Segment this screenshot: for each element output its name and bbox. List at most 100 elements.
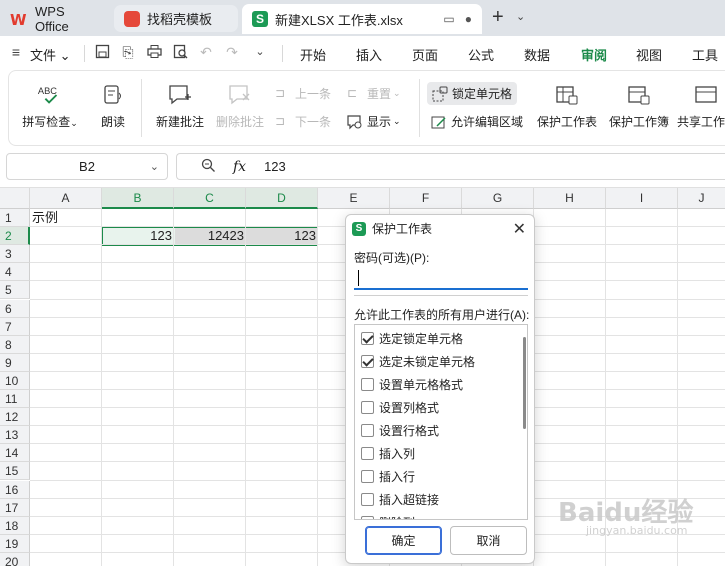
tab-review[interactable]: 审阅 bbox=[581, 45, 608, 72]
tab-view[interactable]: 视图 bbox=[636, 45, 662, 64]
print-icon[interactable] bbox=[146, 44, 162, 60]
close-icon[interactable]: ✕ bbox=[513, 219, 526, 239]
hamburger-menu-icon[interactable]: ≡ bbox=[8, 44, 24, 60]
permissions-list[interactable]: 选定锁定单元格 选定未锁定单元格 设置单元格格式 设置列格式设置行格式插入列插入行插入… bbox=[354, 324, 528, 520]
row-header[interactable]: 5 bbox=[0, 281, 30, 300]
permission-checkbox[interactable] bbox=[361, 446, 374, 460]
row-header[interactable]: 11 bbox=[0, 390, 30, 408]
permission-item[interactable]: 设置单元格格式 bbox=[361, 375, 463, 393]
row-header[interactable]: 2 bbox=[0, 227, 30, 246]
select-all-corner[interactable] bbox=[0, 188, 30, 209]
row-header[interactable]: 4 bbox=[0, 263, 30, 282]
permission-checkbox[interactable] bbox=[361, 354, 374, 368]
permission-item[interactable]: 选定锁定单元格 bbox=[361, 329, 463, 347]
row-header[interactable]: 13 bbox=[0, 426, 30, 445]
permission-item[interactable]: 插入列 bbox=[361, 444, 415, 462]
column-header[interactable]: G bbox=[462, 188, 534, 209]
lock-cell-button[interactable]: 锁定单元格 bbox=[427, 82, 518, 105]
permission-checkbox[interactable] bbox=[361, 400, 374, 414]
row-header[interactable]: 9 bbox=[0, 353, 30, 372]
row-header[interactable]: 3 bbox=[0, 245, 30, 264]
prev-comment-button[interactable]: ⊐ 上一条 bbox=[275, 85, 331, 102]
permission-checkbox[interactable] bbox=[361, 377, 374, 391]
next-comment-button[interactable]: ⊐ 下一条 bbox=[275, 113, 331, 130]
row-header[interactable]: 19 bbox=[0, 534, 30, 553]
zoom-icon[interactable] bbox=[201, 158, 217, 176]
protect-sheet-button[interactable]: 保护工作表 bbox=[535, 83, 599, 130]
ok-button[interactable]: 确定 bbox=[365, 526, 442, 555]
monitor-icon[interactable]: ▭ bbox=[443, 12, 454, 26]
row-header[interactable]: 1 bbox=[0, 209, 30, 227]
cell-d2[interactable]: 123 bbox=[246, 227, 316, 245]
row-header[interactable]: 10 bbox=[0, 371, 30, 390]
column-header[interactable]: A bbox=[30, 188, 102, 209]
spellcheck-button[interactable]: ABC 拼写检查⌄ bbox=[21, 83, 79, 130]
column-header[interactable]: I bbox=[606, 188, 678, 209]
row-header[interactable]: 6 bbox=[0, 299, 30, 318]
file-menu[interactable]: 文件 ⌄ bbox=[30, 45, 71, 64]
column-header[interactable]: C bbox=[174, 188, 246, 209]
undo-icon[interactable]: ↶ bbox=[198, 44, 214, 60]
formula-input[interactable]: fx 123 bbox=[176, 153, 725, 180]
password-input[interactable] bbox=[354, 267, 528, 290]
delete-comment-button[interactable]: 删除批注 bbox=[213, 83, 267, 130]
fx-icon[interactable]: fx bbox=[233, 159, 246, 175]
permission-item[interactable]: 设置列格式 bbox=[361, 398, 439, 416]
export-icon[interactable]: ⎘ bbox=[120, 44, 136, 60]
protect-workbook-button[interactable]: 保护工作簿 bbox=[607, 83, 671, 130]
permission-checkbox[interactable] bbox=[361, 423, 374, 437]
tab-start[interactable]: 开始 bbox=[300, 45, 326, 64]
row-header[interactable]: 8 bbox=[0, 335, 30, 354]
column-header[interactable]: H bbox=[534, 188, 606, 209]
cell-b2[interactable]: 123 bbox=[102, 227, 172, 245]
column-header[interactable]: J bbox=[678, 188, 725, 209]
permission-item[interactable]: 插入超链接 bbox=[361, 490, 439, 508]
new-comment-button[interactable]: 新建批注 bbox=[153, 83, 207, 130]
tab-page[interactable]: 页面 bbox=[412, 45, 438, 64]
permission-item[interactable]: 选定未锁定单元格 bbox=[361, 352, 475, 370]
row-header[interactable]: 14 bbox=[0, 444, 30, 463]
show-button[interactable]: 显示 ⌄ bbox=[347, 113, 401, 130]
cell-a1[interactable]: 示例 bbox=[32, 209, 58, 227]
chevron-down-icon[interactable]: ⌄ bbox=[150, 160, 159, 173]
tab-current-file[interactable]: S 新建XLSX 工作表.xlsx ▭ ● bbox=[242, 4, 482, 34]
permission-checkbox[interactable] bbox=[361, 331, 374, 345]
row-header[interactable]: 16 bbox=[0, 480, 30, 499]
row-header[interactable]: 7 bbox=[0, 317, 30, 336]
save-icon[interactable] bbox=[94, 44, 110, 60]
share-workbook-button[interactable]: 共享工作 bbox=[677, 83, 725, 130]
dot-icon[interactable]: ● bbox=[465, 12, 472, 26]
column-header[interactable]: B bbox=[102, 188, 174, 209]
permission-checkbox[interactable] bbox=[361, 515, 374, 519]
tab-daoke-templates[interactable]: 找稻壳模板 bbox=[114, 5, 238, 32]
tab-formula[interactable]: 公式 bbox=[468, 45, 494, 64]
reset-button[interactable]: ⊏ 重置 ⌄ bbox=[347, 85, 401, 102]
row-header[interactable]: 17 bbox=[0, 498, 30, 517]
row-header[interactable]: 12 bbox=[0, 408, 30, 427]
allow-edit-range-button[interactable]: 允许编辑区域 bbox=[431, 113, 523, 130]
scrollbar[interactable] bbox=[523, 337, 526, 429]
permission-item[interactable]: 设置行格式 bbox=[361, 421, 439, 439]
read-aloud-button[interactable]: 朗读 bbox=[95, 83, 131, 130]
permission-item[interactable]: 删除列 bbox=[361, 513, 415, 519]
tab-list-chevron-icon[interactable]: ⌄ bbox=[516, 10, 525, 23]
column-header[interactable]: D bbox=[246, 188, 318, 209]
name-box[interactable]: B2 ⌄ bbox=[6, 153, 168, 180]
row-header[interactable]: 15 bbox=[0, 462, 30, 481]
row-header[interactable]: 18 bbox=[0, 516, 30, 535]
column-header[interactable]: F bbox=[390, 188, 462, 209]
permission-checkbox[interactable] bbox=[361, 469, 374, 483]
cell-c2[interactable]: 12423 bbox=[174, 227, 244, 245]
tab-data[interactable]: 数据 bbox=[524, 45, 550, 64]
print-preview-icon[interactable] bbox=[172, 44, 188, 60]
new-tab-button[interactable]: + bbox=[492, 6, 504, 29]
cancel-button[interactable]: 取消 bbox=[450, 526, 527, 555]
permission-checkbox[interactable] bbox=[361, 492, 374, 506]
permission-item[interactable]: 插入行 bbox=[361, 467, 415, 485]
tab-insert[interactable]: 插入 bbox=[356, 45, 382, 64]
quick-access-chevron-icon[interactable]: ⌄ bbox=[252, 44, 268, 60]
row-header[interactable]: 20 bbox=[0, 552, 30, 566]
tab-tools[interactable]: 工具 bbox=[692, 45, 718, 64]
redo-icon[interactable]: ↷ bbox=[224, 44, 240, 60]
column-header[interactable]: E bbox=[318, 188, 390, 209]
